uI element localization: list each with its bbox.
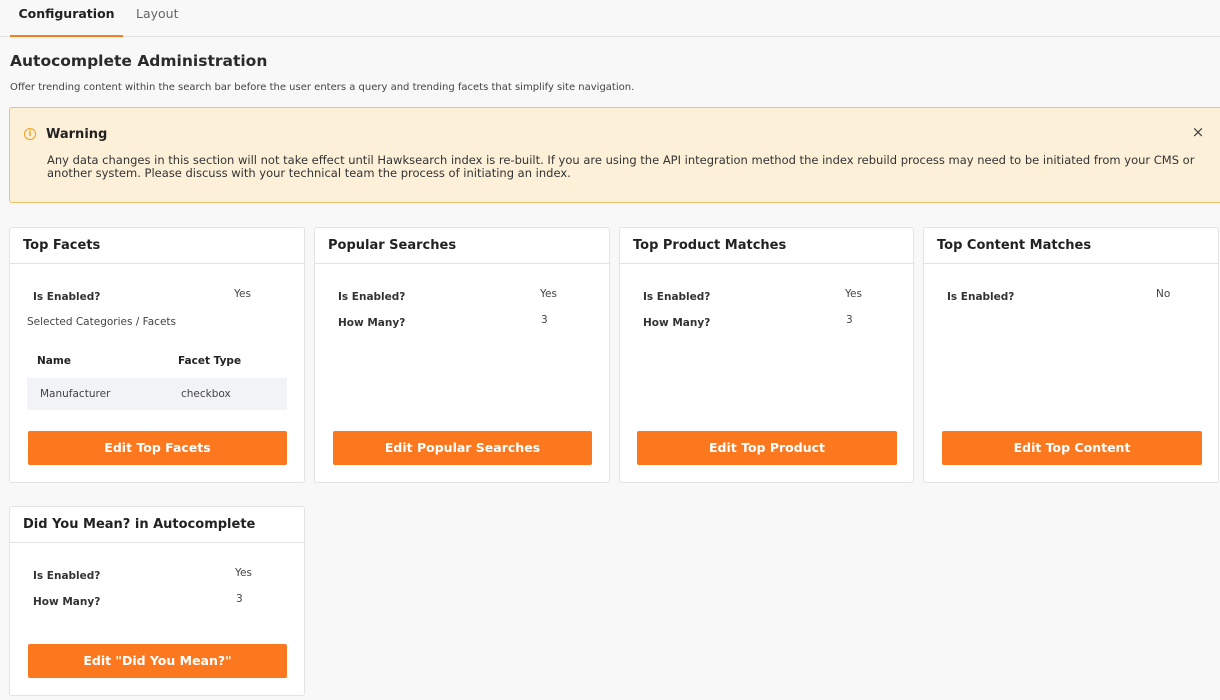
- card-title: Top Product Matches: [633, 238, 787, 253]
- how-many-label: How Many?: [33, 596, 101, 608]
- tab-bar: Configuration Layout: [0, 0, 1220, 37]
- card-title: Top Facets: [23, 238, 101, 253]
- edit-top-product-button[interactable]: Edit Top Product: [637, 431, 897, 465]
- close-icon[interactable]: ×: [1190, 124, 1206, 140]
- card-title: Top Content Matches: [937, 238, 1092, 253]
- card-header: Top Facets: [10, 228, 304, 264]
- card-top-facets: Top Facets Is Enabled? Yes Selected Cate…: [9, 227, 305, 483]
- tab-configuration[interactable]: Configuration: [10, 7, 123, 37]
- card-header: Top Product Matches: [620, 228, 913, 264]
- how-many-value: 3: [236, 593, 243, 605]
- warning-title: Warning: [46, 127, 108, 142]
- how-many-label: How Many?: [643, 317, 711, 329]
- is-enabled-label: Is Enabled?: [643, 291, 711, 303]
- is-enabled-value: Yes: [845, 288, 862, 300]
- page-title: Autocomplete Administration: [10, 52, 268, 70]
- edit-top-facets-button[interactable]: Edit Top Facets: [28, 431, 287, 465]
- how-many-value: 3: [846, 314, 853, 326]
- card-did-you-mean: Did You Mean? in Autocomplete Is Enabled…: [9, 506, 305, 696]
- card-top-product-matches: Top Product Matches Is Enabled? Yes How …: [619, 227, 914, 483]
- warning-text: Any data changes in this section will no…: [47, 153, 1195, 180]
- table-row: Manufacturer checkbox: [27, 378, 287, 410]
- is-enabled-label: Is Enabled?: [33, 291, 101, 303]
- card-title: Popular Searches: [328, 238, 457, 253]
- table-cell-facet-type: checkbox: [181, 388, 231, 400]
- table-header-name: Name: [37, 355, 71, 367]
- edit-top-content-button[interactable]: Edit Top Content: [942, 431, 1202, 465]
- is-enabled-label: Is Enabled?: [33, 570, 101, 582]
- is-enabled-value: Yes: [234, 288, 251, 300]
- edit-did-you-mean-button[interactable]: Edit "Did You Mean?": [28, 644, 287, 678]
- table-header-facet-type: Facet Type: [178, 355, 242, 367]
- tab-layout[interactable]: Layout: [136, 7, 179, 37]
- is-enabled-value: Yes: [235, 567, 252, 579]
- table-cell-name: Manufacturer: [40, 388, 111, 400]
- card-top-content-matches: Top Content Matches Is Enabled? No Edit …: [923, 227, 1219, 483]
- selected-facets-label: Selected Categories / Facets: [27, 316, 176, 328]
- page-description: Offer trending content within the search…: [10, 82, 635, 93]
- card-popular-searches: Popular Searches Is Enabled? Yes How Man…: [314, 227, 610, 483]
- how-many-label: How Many?: [338, 317, 406, 329]
- warning-alert: i Warning Any data changes in this secti…: [9, 107, 1220, 203]
- is-enabled-value: Yes: [540, 288, 557, 300]
- how-many-value: 3: [541, 314, 548, 326]
- card-header: Did You Mean? in Autocomplete: [10, 507, 304, 543]
- card-header: Top Content Matches: [924, 228, 1218, 264]
- card-title: Did You Mean? in Autocomplete: [23, 517, 256, 532]
- info-circle-icon: i: [24, 128, 36, 140]
- is-enabled-label: Is Enabled?: [947, 291, 1015, 303]
- edit-popular-searches-button[interactable]: Edit Popular Searches: [333, 431, 592, 465]
- is-enabled-label: Is Enabled?: [338, 291, 406, 303]
- card-header: Popular Searches: [315, 228, 609, 264]
- is-enabled-value: No: [1156, 288, 1171, 300]
